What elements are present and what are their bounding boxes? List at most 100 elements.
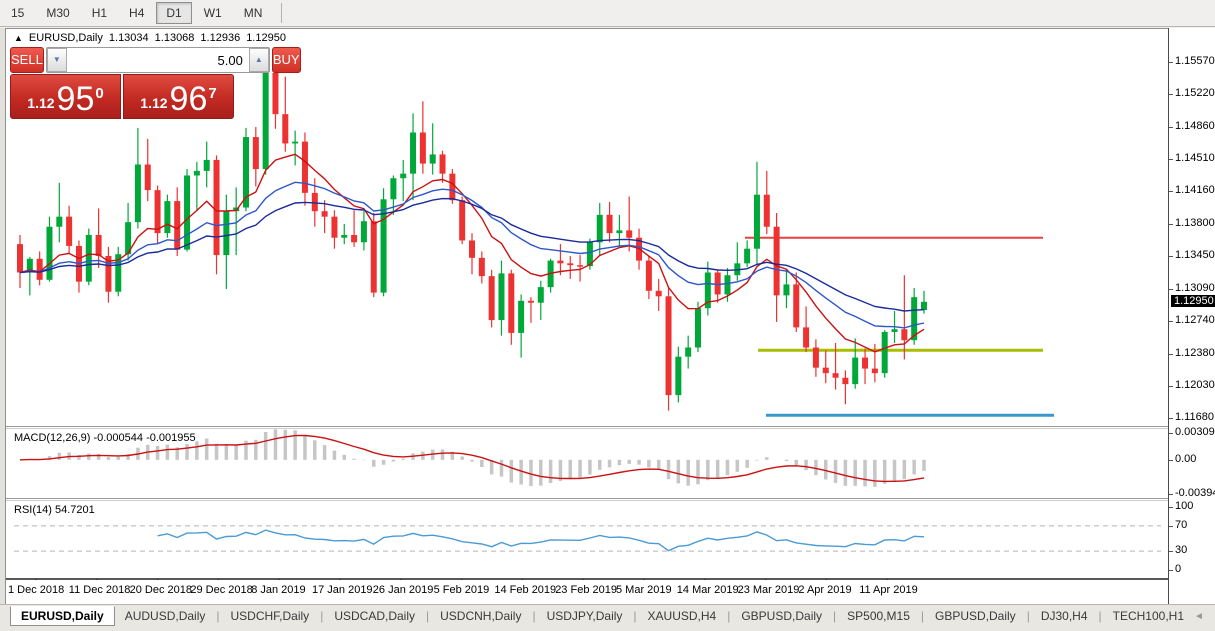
candle-body <box>459 200 465 240</box>
candle-body <box>813 348 819 368</box>
macd-label: MACD(12,26,9) -0.000544 -0.001955 <box>14 432 196 444</box>
candle-body <box>263 73 269 169</box>
toolbar-separator <box>281 3 282 23</box>
tab-separator: | <box>727 609 730 623</box>
volume-input[interactable] <box>67 48 249 72</box>
tab-sp500-m15[interactable]: SP500,M15 <box>837 607 920 625</box>
status-bar <box>0 627 1215 631</box>
sell-price-prefix: 1.12 <box>27 95 54 111</box>
candle-body <box>400 174 406 179</box>
candle-body <box>607 215 613 233</box>
tab-dj30-h4[interactable]: DJ30,H4 <box>1031 607 1098 625</box>
tab-usdcad-daily[interactable]: USDCAD,Daily <box>324 607 425 625</box>
timeframe-button-h4[interactable]: H4 <box>119 2 154 24</box>
macd-tick: -0.003947 <box>1175 487 1215 499</box>
candle-body <box>764 195 770 227</box>
candle-body <box>498 273 504 320</box>
candle-body <box>292 142 298 144</box>
date-axis[interactable]: 1 Dec 201811 Dec 201820 Dec 201829 Dec 2… <box>6 580 1168 604</box>
price-tick: 1.14860 <box>1175 120 1215 132</box>
tab-xauusd-h4[interactable]: XAUUSD,H4 <box>638 607 727 625</box>
rsi-tick: 30 <box>1175 544 1187 556</box>
tab-usdjpy-daily[interactable]: USDJPY,Daily <box>537 607 633 625</box>
tab-separator: | <box>1027 609 1030 623</box>
candle-body <box>528 301 534 303</box>
rsi-tick: 100 <box>1175 500 1193 512</box>
buy-price-button[interactable]: 1.12 96 7 <box>123 74 234 119</box>
tab-usdcnh-daily[interactable]: USDCNH,Daily <box>430 607 531 625</box>
tab-separator: | <box>532 609 535 623</box>
tab-scroll-left-icon[interactable]: ◄ <box>1194 611 1204 622</box>
candle-body <box>430 154 436 163</box>
timeframe-button-d1[interactable]: D1 <box>156 2 191 24</box>
tab-separator: | <box>426 609 429 623</box>
tab-eurusd-daily[interactable]: EURUSD,Daily <box>10 606 115 626</box>
tab-separator: | <box>833 609 836 623</box>
candle-body <box>469 240 475 257</box>
candle-body <box>538 287 544 303</box>
macd-tick: 0.003095 <box>1175 426 1215 438</box>
candle-body <box>823 368 829 373</box>
rsi-label: RSI(14) 54.7201 <box>14 504 95 516</box>
timeframe-button-15[interactable]: 15 <box>1 2 34 24</box>
candle-body <box>754 195 760 249</box>
candle-body <box>852 358 858 385</box>
candle-body <box>518 301 524 333</box>
date-label: 11 Dec 2018 <box>69 584 131 596</box>
tab-usdchf-daily[interactable]: USDCHF,Daily <box>221 607 320 625</box>
candle-body <box>685 348 691 357</box>
timeframe-button-mn[interactable]: MN <box>234 2 273 24</box>
candle-body <box>312 193 318 211</box>
candle-body <box>155 190 161 233</box>
price-tick: 1.11680 <box>1175 411 1214 423</box>
ohlc-close: 1.12950 <box>246 32 286 44</box>
price-tick: 1.12380 <box>1175 347 1215 359</box>
candle-body <box>410 132 416 173</box>
candle-body <box>803 327 809 347</box>
candle-body <box>86 235 92 282</box>
candle-body <box>184 175 190 249</box>
tab-gbpusd-daily[interactable]: GBPUSD,Daily <box>925 607 1026 625</box>
candle-body <box>862 358 868 369</box>
candle-body <box>577 265 583 267</box>
tab-audusd-daily[interactable]: AUDUSD,Daily <box>115 607 216 625</box>
candle-body <box>174 201 180 250</box>
buy-button[interactable]: BUY <box>272 47 301 73</box>
candle-body <box>371 221 377 292</box>
candle-body <box>666 296 672 395</box>
timeframe-toolbar: 15M30H1H4D1W1MN <box>0 0 1215 27</box>
candle-body <box>253 137 259 169</box>
price-axis[interactable]: 1.155701.152201.148601.145101.141601.138… <box>1168 28 1215 604</box>
price-tick: 1.13090 <box>1175 282 1215 294</box>
date-label: 2 Apr 2019 <box>798 584 851 596</box>
volume-increase-icon[interactable]: ▲ <box>249 48 269 72</box>
date-label: 8 Jan 2019 <box>251 584 305 596</box>
timeframe-button-m30[interactable]: M30 <box>36 2 79 24</box>
candle-body <box>901 329 907 340</box>
candle-body <box>351 235 357 242</box>
candle-body <box>440 154 446 173</box>
candle-body <box>302 142 308 193</box>
candle-body <box>508 273 514 332</box>
timeframe-button-w1[interactable]: W1 <box>194 2 232 24</box>
chart-tab-bar: EURUSD,DailyAUDUSD,Daily|USDCHF,Daily|US… <box>0 604 1215 627</box>
candle-body <box>616 230 622 233</box>
trade-panel-toggle-icon[interactable]: ▲ <box>14 33 23 43</box>
tab-gbpusd-daily[interactable]: GBPUSD,Daily <box>731 607 832 625</box>
timeframe-button-h1[interactable]: H1 <box>82 2 117 24</box>
candle-body <box>793 284 799 327</box>
tab-separator: | <box>633 609 636 623</box>
hline-objects <box>745 238 1054 416</box>
candle-body <box>774 227 780 296</box>
tab-tech100-h1[interactable]: TECH100,H1 <box>1103 607 1194 625</box>
candle-body <box>341 235 347 238</box>
price-tick: 1.14160 <box>1175 184 1215 196</box>
date-label: 11 Apr 2019 <box>859 584 918 596</box>
candle-body <box>322 211 328 216</box>
ohlc-low: 1.12936 <box>200 32 240 44</box>
sell-button[interactable]: SELL <box>10 47 44 73</box>
buy-price-prefix: 1.12 <box>140 95 167 111</box>
volume-decrease-icon[interactable]: ▼ <box>47 48 67 72</box>
sell-price-button[interactable]: 1.12 95 0 <box>10 74 121 119</box>
candle-body <box>597 215 603 242</box>
